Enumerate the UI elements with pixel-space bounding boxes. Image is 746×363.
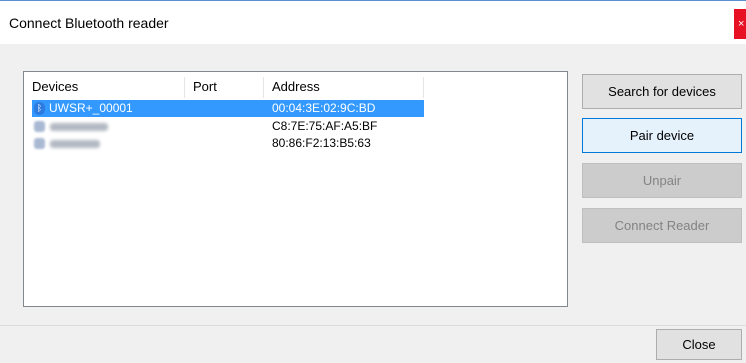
column-separator[interactable]: [423, 77, 424, 98]
window-title: Connect Bluetooth reader: [9, 15, 169, 31]
unpair-button[interactable]: Unpair: [582, 163, 742, 198]
device-address: C8:7E:75:AF:A5:BF: [272, 119, 378, 133]
footer-divider: [0, 325, 746, 326]
device-name-redacted: [50, 140, 100, 148]
column-header-port[interactable]: Port: [185, 77, 264, 97]
search-devices-button[interactable]: Search for devices: [582, 74, 742, 109]
device-name-redacted: [50, 123, 108, 131]
close-button[interactable]: Close: [656, 329, 742, 360]
device-name: UWSR+_00001: [49, 101, 133, 115]
list-item[interactable]: C8:7E:75:AF:A5:BF: [32, 118, 424, 135]
close-window-icon[interactable]: ×: [734, 9, 746, 39]
list-item[interactable]: ᛒ UWSR+_00001 00:04:3E:02:9C:BD: [32, 100, 424, 117]
column-header-address[interactable]: Address: [264, 77, 424, 97]
device-list[interactable]: Devices Port Address ᛒ UWSR+_00001 00:04…: [23, 71, 568, 307]
list-item[interactable]: 80:86:F2:13:B5:63: [32, 135, 424, 152]
device-address: 00:04:3E:02:9C:BD: [272, 101, 376, 115]
column-header-devices[interactable]: Devices: [24, 77, 185, 97]
pair-device-button[interactable]: Pair device: [582, 118, 742, 153]
bluetooth-icon: ᛒ: [34, 102, 45, 115]
title-bar: Connect Bluetooth reader ×: [0, 0, 746, 44]
device-address: 80:86:F2:13:B5:63: [272, 136, 371, 150]
bluetooth-device-icon: [34, 138, 45, 149]
connect-reader-button[interactable]: Connect Reader: [582, 208, 742, 243]
bluetooth-device-icon: [34, 121, 45, 132]
